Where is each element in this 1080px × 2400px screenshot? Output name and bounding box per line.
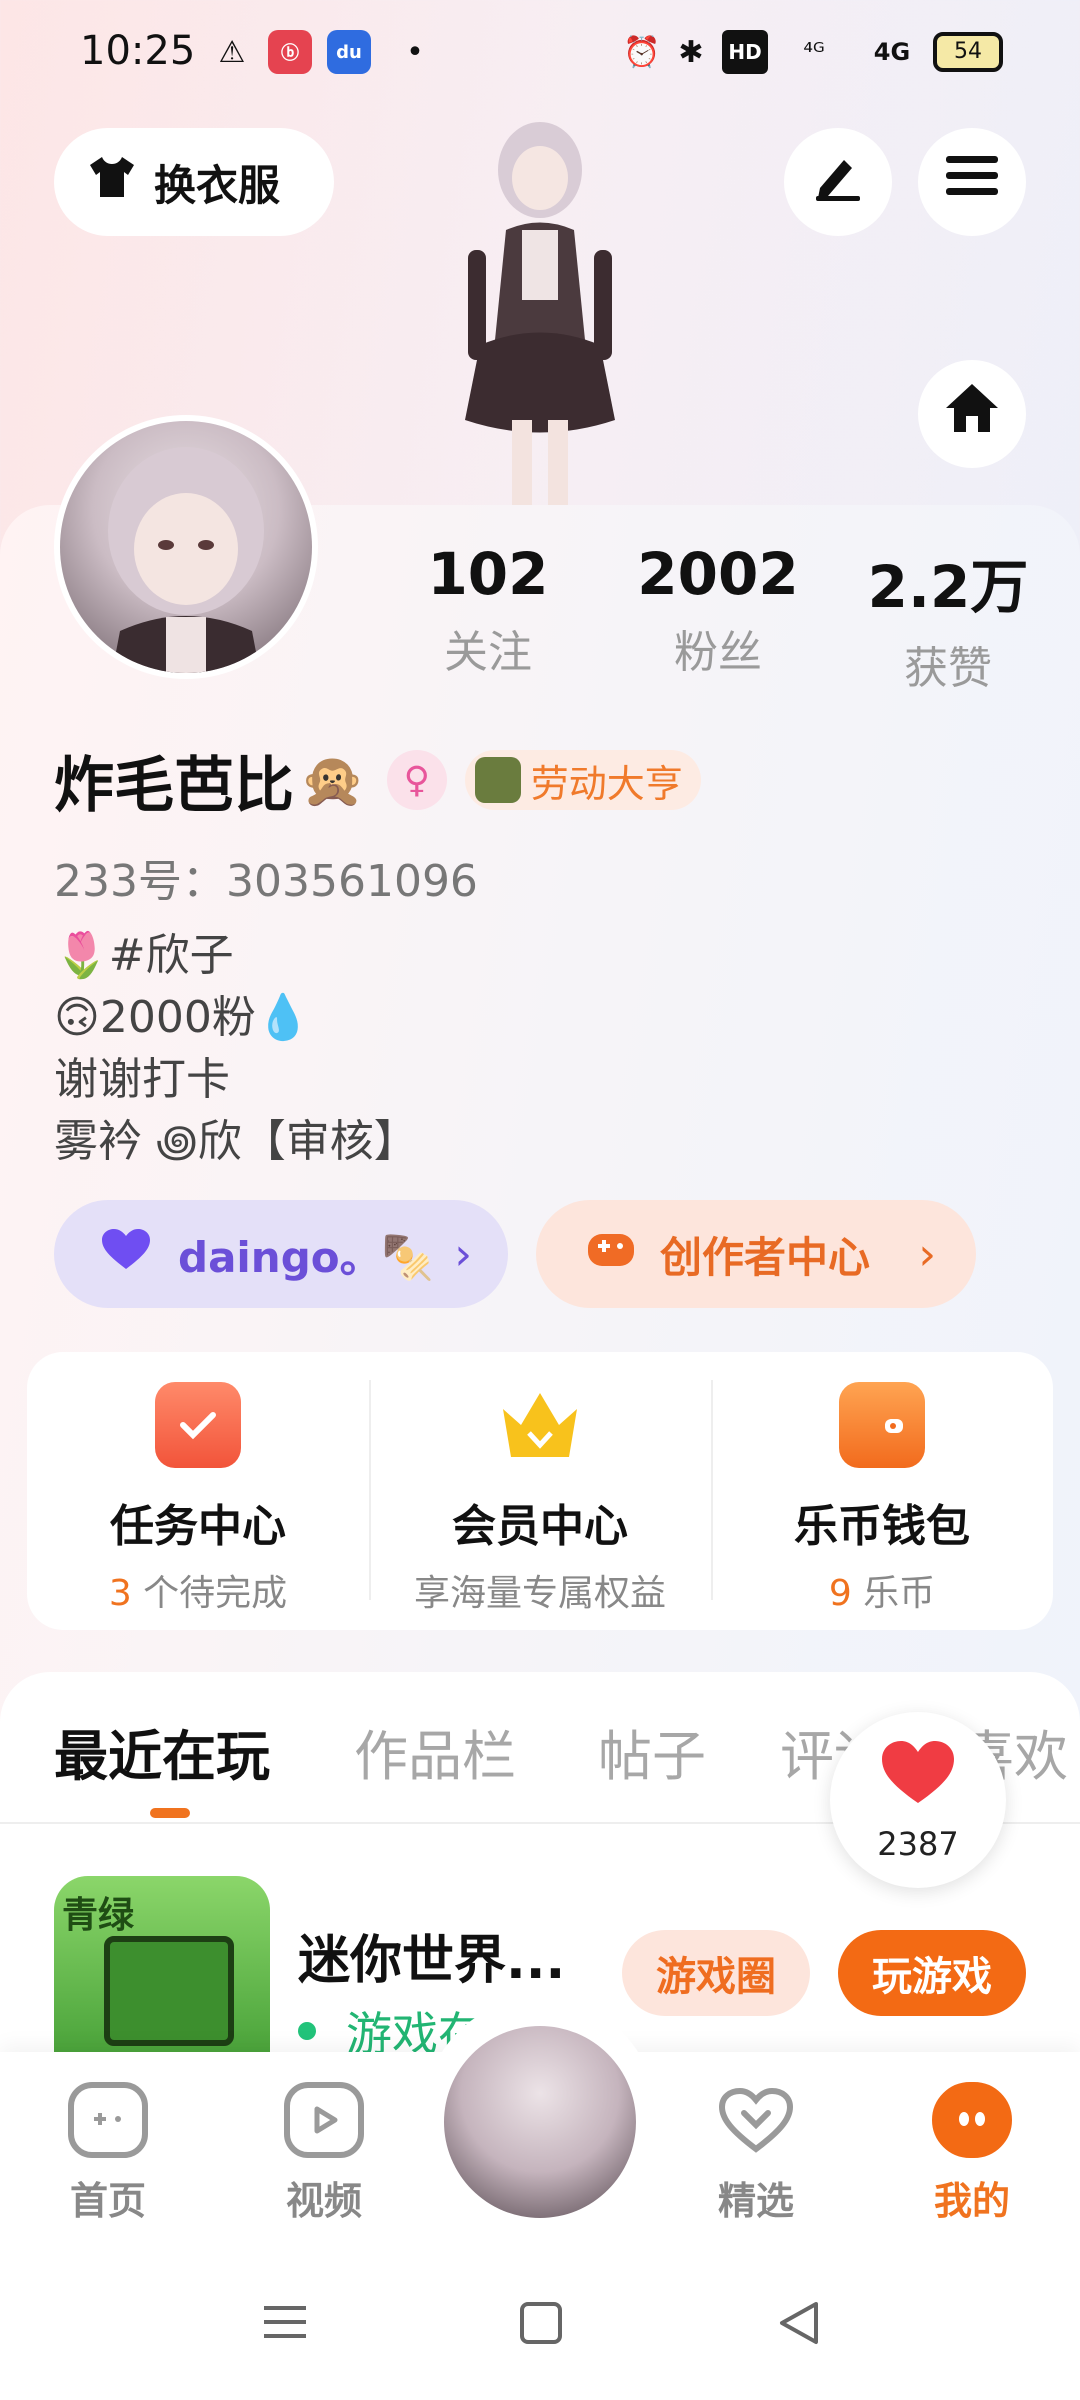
shirt-icon <box>88 155 136 210</box>
calendar-check-icon <box>155 1382 241 1468</box>
app-notification-icon: ⓑ <box>268 30 312 74</box>
bio-line: 🌷#欣子 <box>54 930 234 981</box>
change-outfit-label: 换衣服 <box>154 160 281 210</box>
wallet-sub: 9 乐币 <box>828 1573 936 1614</box>
menu-button[interactable] <box>918 128 1026 236</box>
gamepad-icon <box>68 2082 148 2158</box>
profile-name: 炸毛芭比 <box>54 750 294 821</box>
recent-apps-button[interactable] <box>260 2300 310 2355</box>
like-count: 2387 <box>877 1825 959 1863</box>
game-app-icon[interactable]: 青绿 <box>54 1876 270 2056</box>
status-time: 10:25 <box>80 28 196 74</box>
crown-icon <box>497 1382 583 1468</box>
back-button[interactable] <box>776 2300 822 2357</box>
nav-video-label: 视频 <box>285 2179 362 2223</box>
game-title[interactable]: 迷你世界... <box>298 1918 565 1993</box>
member-center-sub: 享海量专属权益 <box>413 1573 666 1614</box>
more-dot-icon: • <box>406 34 424 70</box>
nav-featured-label: 精选 <box>717 2179 794 2223</box>
signal-4g-2-icon: 4G <box>873 38 911 66</box>
gamepad-icon <box>586 1227 636 1281</box>
stat-likes[interactable]: 2.2万 获赞 <box>848 540 1048 696</box>
wallet-title: 乐币钱包 <box>794 1501 970 1552</box>
hd-icon: HD <box>722 30 768 74</box>
wallet-item[interactable]: 乐币钱包 9 乐币 <box>711 1352 1053 1630</box>
face-icon <box>932 2082 1012 2158</box>
stat-following-count: 102 <box>427 540 549 608</box>
online-dot-icon <box>298 2022 316 2040</box>
battery-indicator: 54 <box>933 32 1003 72</box>
game-circle-button[interactable]: 游戏圈 <box>622 1930 810 2016</box>
tab-recently-played[interactable]: 最近在玩 <box>54 1712 270 1791</box>
menu-icon <box>946 154 998 210</box>
baidu-notification-icon: du <box>327 30 371 74</box>
stat-following[interactable]: 102 关注 <box>388 540 588 680</box>
title-badge[interactable]: 劳动大亨 <box>464 750 701 810</box>
daingo-label: daingo。🍢 <box>178 1232 434 1282</box>
game-character-face <box>104 1936 234 2046</box>
creator-center-button[interactable]: 创作者中心 › <box>536 1200 976 1308</box>
badge-character-icon <box>474 757 521 803</box>
nav-avatar[interactable] <box>444 2026 636 2218</box>
active-tab-indicator <box>150 1808 190 1818</box>
bluetooth-icon: ✱ <box>678 34 704 70</box>
hero-avatar-character[interactable] <box>410 110 670 510</box>
stat-followers-count: 2002 <box>637 540 799 608</box>
user-id[interactable]: 233号：303561096 <box>54 845 478 909</box>
nav-featured[interactable]: 精选 <box>686 2082 826 2225</box>
task-center-item[interactable]: 任务中心 3 个待完成 <box>27 1352 369 1630</box>
nav-home-label: 首页 <box>69 2179 146 2223</box>
nav-home[interactable]: 首页 <box>38 2082 178 2225</box>
member-center-title: 会员中心 <box>452 1501 628 1552</box>
monkey-emoji-icon: 🙊 <box>300 750 365 811</box>
bio-line: 雾衿 ꩜欣【审核】 <box>54 1116 418 1167</box>
nav-mine-label: 我的 <box>933 2179 1010 2223</box>
home-system-button[interactable] <box>518 2300 564 2357</box>
status-bar: 10:25 ⚠ ⓑ du • ⏰ ✱ HD ⁴ᴳ 4G 54 <box>0 0 1080 110</box>
female-gender-icon: ♀ <box>386 750 447 810</box>
wallet-icon <box>839 1382 925 1468</box>
play-icon <box>284 2082 364 2158</box>
services-panel: 任务中心 3 个待完成 会员中心 享海量专属权益 乐币钱包 9 乐币 <box>27 1352 1053 1630</box>
home-icon <box>944 382 1000 446</box>
stat-likes-label: 获赞 <box>904 643 992 694</box>
creator-center-label: 创作者中心 <box>660 1232 871 1282</box>
signal-4g-icon: ⁴ᴳ <box>803 38 825 66</box>
chevron-right-icon: › <box>454 1228 472 1280</box>
name-row: 炸毛芭比 🙊 ♀ 劳动大亨 <box>54 740 701 821</box>
game-logo-text: 青绿 <box>62 1895 135 1936</box>
profile-avatar[interactable] <box>54 415 318 679</box>
nav-video[interactable]: 视频 <box>254 2082 394 2225</box>
stat-likes-count: 2.2万 <box>867 553 1029 621</box>
chevron-right-icon: › <box>918 1228 936 1280</box>
stat-followers[interactable]: 2002 粉丝 <box>618 540 818 680</box>
edit-profile-button[interactable] <box>784 128 892 236</box>
member-center-item[interactable]: 会员中心 享海量专属权益 <box>369 1352 711 1630</box>
bio-line: 谢谢打卡 <box>54 1054 230 1105</box>
task-center-sub: 3 个待完成 <box>108 1573 288 1614</box>
change-outfit-button[interactable]: 换衣服 <box>54 128 334 236</box>
floating-like-button[interactable]: 2387 <box>830 1712 1006 1888</box>
nav-mine[interactable]: 我的 <box>902 2082 1042 2225</box>
heart-chat-icon <box>716 2082 796 2158</box>
warning-icon: ⚠ <box>218 34 246 70</box>
stat-following-label: 关注 <box>444 627 532 678</box>
tab-posts[interactable]: 帖子 <box>598 1712 706 1791</box>
task-center-title: 任务中心 <box>110 1501 286 1552</box>
home-button[interactable] <box>918 360 1026 468</box>
red-heart-icon <box>878 1737 958 1821</box>
profile-bio: 🌷#欣子 🙃2000粉💧 谢谢打卡 雾衿 ꩜欣【审核】 <box>54 925 418 1173</box>
bio-line: 🙃2000粉💧 <box>54 992 311 1043</box>
purple-heart-icon <box>100 1225 152 1283</box>
alarm-icon: ⏰ <box>623 34 661 70</box>
play-game-button[interactable]: 玩游戏 <box>838 1930 1026 2016</box>
tab-works[interactable]: 作品栏 <box>354 1712 516 1791</box>
stat-followers-label: 粉丝 <box>674 627 762 678</box>
daingo-button[interactable]: daingo。🍢 › <box>54 1200 508 1308</box>
pen-icon <box>812 150 864 214</box>
title-badge-label: 劳动大亨 <box>530 761 683 806</box>
